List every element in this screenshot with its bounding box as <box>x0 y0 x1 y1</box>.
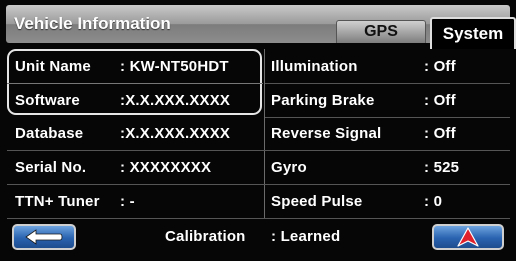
back-button[interactable] <box>12 224 76 250</box>
back-arrow-icon <box>25 229 63 245</box>
reverse-signal-value: : Off <box>424 125 456 142</box>
speed-pulse-value: : 0 <box>424 193 443 210</box>
calibration-label: Calibration <box>165 228 246 245</box>
gyro-value: : 525 <box>424 159 460 176</box>
speed-pulse-label: Speed Pulse <box>271 193 363 210</box>
tab-system[interactable]: System <box>430 17 516 49</box>
unit-name-value: : KW-NT50HDT <box>120 58 229 75</box>
illumination-label: Illumination <box>271 58 358 75</box>
reverse-signal-label: Reverse Signal <box>271 125 382 142</box>
tab-gps[interactable]: GPS <box>336 20 426 43</box>
ttn-tuner-value: : - <box>120 193 135 210</box>
row-divider <box>7 218 510 219</box>
illumination-value: : Off <box>424 58 456 75</box>
ttn-tuner-label: TTN+ Tuner <box>15 193 100 210</box>
vehicle-information-screen: Vehicle Information GPS System Unit Name… <box>0 0 516 261</box>
software-value: :X.X.XXX.XXXX <box>120 92 231 109</box>
row-divider <box>265 83 510 84</box>
serial-no-label: Serial No. <box>15 159 87 176</box>
gyro-label: Gyro <box>271 159 307 176</box>
database-label: Database <box>15 125 84 142</box>
unit-name-label: Unit Name <box>15 58 91 75</box>
row-divider <box>265 117 510 118</box>
software-label: Software <box>15 92 80 109</box>
parking-brake-value: : Off <box>424 92 456 109</box>
serial-no-value: : XXXXXXXX <box>120 159 212 176</box>
column-divider <box>264 49 265 219</box>
parking-brake-label: Parking Brake <box>271 92 375 109</box>
row-divider <box>7 83 263 84</box>
row-divider <box>7 150 510 151</box>
header-bar: Vehicle Information GPS System <box>6 5 516 49</box>
row-divider <box>7 184 510 185</box>
database-value: :X.X.XXX.XXXX <box>120 125 231 142</box>
navigation-arrow-icon <box>457 227 479 247</box>
page-title: Vehicle Information <box>14 14 171 33</box>
calibration-value: : Learned <box>271 228 341 245</box>
navigation-button[interactable] <box>432 224 504 250</box>
